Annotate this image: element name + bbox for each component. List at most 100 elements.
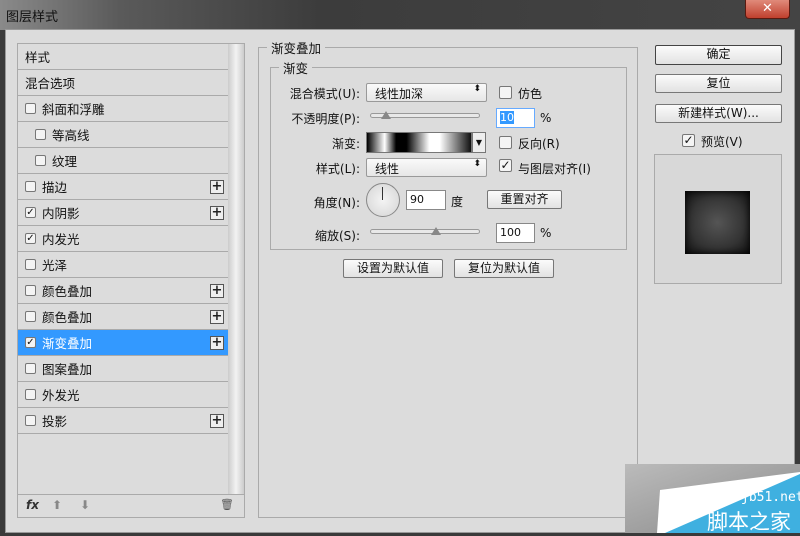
preview-swatch bbox=[685, 191, 750, 254]
ok-button[interactable]: 确定 bbox=[655, 45, 782, 65]
scale-input[interactable]: 100 bbox=[496, 223, 535, 243]
dither-checkbox[interactable] bbox=[499, 86, 512, 99]
style-item[interactable]: 等高线 bbox=[18, 122, 228, 148]
reverse-label: 反向(R) bbox=[518, 137, 560, 151]
window-title: 图层样式 bbox=[6, 10, 59, 25]
align-checkbox[interactable]: ✓ bbox=[499, 159, 512, 172]
style-item[interactable]: 颜色叠加 + bbox=[18, 304, 228, 330]
preview-checkbox[interactable]: ✓ bbox=[682, 134, 695, 147]
scale-label: 缩放(S): bbox=[314, 229, 360, 243]
dither-label: 仿色 bbox=[518, 87, 543, 101]
style-item[interactable]: ✓ 内发光 bbox=[18, 226, 228, 252]
style-item-label: 样式 bbox=[25, 50, 51, 65]
slider-thumb[interactable] bbox=[381, 111, 391, 119]
add-effect-button[interactable]: + bbox=[210, 206, 224, 220]
style-item-label: 投影 bbox=[42, 414, 68, 429]
fx-button[interactable]: fx bbox=[26, 498, 39, 512]
style-item-label: 等高线 bbox=[52, 128, 90, 143]
align-label: 与图层对齐(I) bbox=[518, 162, 591, 176]
preview-box bbox=[654, 154, 782, 284]
add-effect-button[interactable]: + bbox=[210, 284, 224, 298]
style-item-label: 纹理 bbox=[52, 154, 78, 169]
watermark-name: 脚本之家 bbox=[707, 510, 791, 534]
angle-label: 角度(N): bbox=[313, 196, 360, 210]
style-checkbox[interactable]: ✓ bbox=[25, 337, 36, 348]
reverse-checkbox[interactable] bbox=[499, 136, 512, 149]
style-item[interactable]: 颜色叠加 + bbox=[18, 278, 228, 304]
style-item[interactable]: 投影 + bbox=[18, 408, 228, 434]
style-item-label: 外发光 bbox=[42, 388, 80, 403]
style-checkbox[interactable] bbox=[25, 311, 36, 322]
style-item[interactable]: 描边 + bbox=[18, 174, 228, 200]
reset-button[interactable]: 复位 bbox=[655, 74, 782, 93]
new-style-button[interactable]: 新建样式(W)... bbox=[655, 104, 782, 123]
style-checkbox[interactable] bbox=[35, 129, 46, 140]
style-checkbox[interactable] bbox=[25, 415, 36, 426]
style-item-label: 图案叠加 bbox=[42, 362, 93, 377]
degree-label: 度 bbox=[451, 195, 464, 209]
style-checkbox[interactable] bbox=[25, 181, 36, 192]
style-item-label: 内发光 bbox=[42, 232, 80, 247]
add-effect-button[interactable]: + bbox=[210, 180, 224, 194]
opacity-slider[interactable] bbox=[370, 111, 480, 119]
percent-sign: % bbox=[540, 111, 552, 125]
reset-default-button[interactable]: 复位为默认值 bbox=[454, 259, 554, 278]
style-item[interactable]: 光泽 bbox=[18, 252, 228, 278]
opacity-value: 10 bbox=[500, 111, 514, 124]
style-item[interactable]: 纹理 bbox=[18, 148, 228, 174]
preview-label: 预览(V) bbox=[701, 135, 743, 149]
style-item-label: 斜面和浮雕 bbox=[42, 102, 105, 117]
style-select[interactable]: 线性 ⬍ bbox=[366, 158, 487, 177]
gradient-dropdown-icon[interactable]: ▼ bbox=[472, 132, 486, 153]
list-footer: fx ⬆ ⬇ 🗑 bbox=[18, 494, 244, 517]
reset-align-button[interactable]: 重置对齐 bbox=[487, 190, 562, 209]
style-item[interactable]: 斜面和浮雕 bbox=[18, 96, 228, 122]
style-checkbox[interactable] bbox=[25, 103, 36, 114]
style-item-label: 颜色叠加 bbox=[42, 310, 93, 325]
panel-title: 渐变叠加 bbox=[271, 41, 322, 56]
style-item[interactable]: 图案叠加 bbox=[18, 356, 228, 382]
style-checkbox[interactable]: ✓ bbox=[25, 207, 36, 218]
style-value: 线性 bbox=[375, 162, 400, 176]
scrollbar[interactable] bbox=[228, 44, 244, 494]
move-down-button[interactable]: ⬇ bbox=[80, 498, 90, 512]
scale-slider[interactable] bbox=[370, 227, 480, 235]
style-item-label: 混合选项 bbox=[25, 76, 76, 91]
style-checkbox[interactable]: ✓ bbox=[25, 233, 36, 244]
style-checkbox[interactable] bbox=[35, 155, 46, 166]
angle-dial[interactable] bbox=[366, 183, 400, 217]
angle-input[interactable]: 90 bbox=[406, 190, 446, 210]
style-item[interactable]: 外发光 bbox=[18, 382, 228, 408]
trash-icon[interactable]: 🗑 bbox=[220, 498, 234, 511]
move-up-button[interactable]: ⬆ bbox=[52, 498, 62, 512]
style-item[interactable]: ✓ 内阴影 + bbox=[18, 200, 228, 226]
style-item-label: 内阴影 bbox=[42, 206, 80, 221]
updown-icon: ⬍ bbox=[473, 84, 481, 94]
opacity-input[interactable]: 10 bbox=[496, 108, 535, 128]
slider-thumb[interactable] bbox=[431, 227, 441, 235]
add-effect-button[interactable]: + bbox=[210, 414, 224, 428]
style-checkbox[interactable] bbox=[25, 363, 36, 374]
style-checkbox[interactable] bbox=[25, 389, 36, 400]
gradient-preview[interactable] bbox=[366, 132, 472, 153]
updown-icon: ⬍ bbox=[473, 159, 481, 169]
blend-mode-label: 混合模式(U): bbox=[289, 87, 360, 101]
group-title: 渐变 bbox=[283, 61, 309, 76]
percent-sign: % bbox=[540, 226, 552, 240]
add-effect-button[interactable]: + bbox=[210, 336, 224, 350]
style-item[interactable]: ✓ 渐变叠加 + bbox=[18, 330, 228, 356]
blend-mode-select[interactable]: 线性加深 ⬍ bbox=[366, 83, 487, 102]
add-effect-button[interactable]: + bbox=[210, 310, 224, 324]
style-item[interactable]: 样式 bbox=[18, 44, 228, 70]
close-button[interactable]: ✕ bbox=[745, 0, 790, 19]
watermark-site: jb51.net bbox=[741, 490, 800, 505]
style-checkbox[interactable] bbox=[25, 259, 36, 270]
style-checkbox[interactable] bbox=[25, 285, 36, 296]
make-default-button[interactable]: 设置为默认值 bbox=[343, 259, 443, 278]
opacity-label: 不透明度(P): bbox=[291, 112, 360, 126]
style-item-label: 渐变叠加 bbox=[42, 336, 93, 351]
style-item[interactable]: 混合选项 bbox=[18, 70, 228, 96]
style-item-label: 光泽 bbox=[42, 258, 68, 273]
style-label: 样式(L): bbox=[315, 162, 360, 176]
blend-mode-value: 线性加深 bbox=[375, 87, 424, 101]
